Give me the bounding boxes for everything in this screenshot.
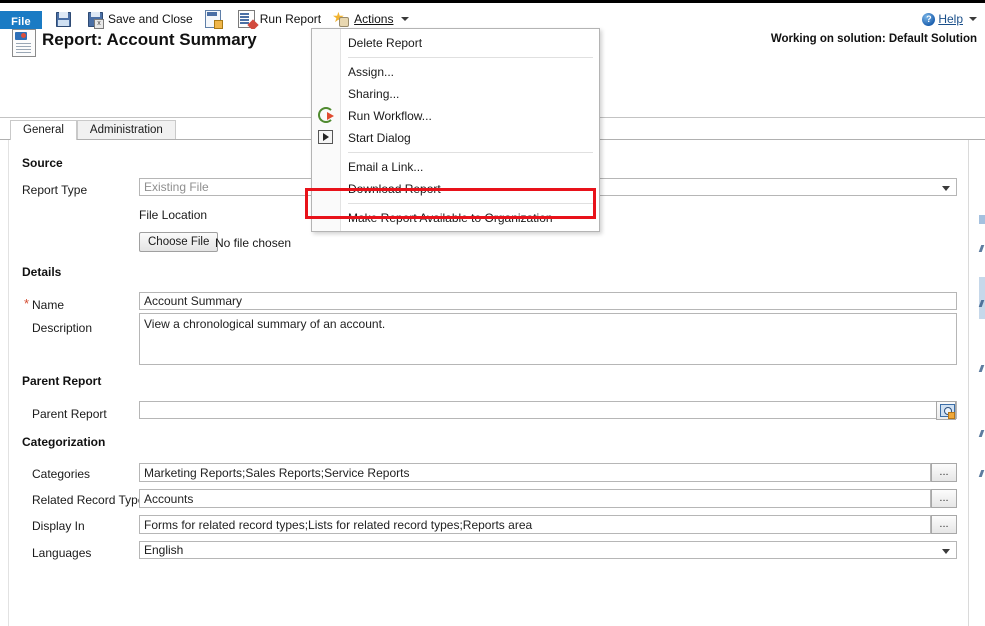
menu-separator-3 [348,203,593,204]
label-file-location: File Location [139,208,207,222]
help-label: Help [938,12,963,26]
menu-item-start-dialog[interactable]: Start Dialog [312,127,599,149]
lookup-icon [940,404,955,417]
related-record-types-input[interactable] [139,489,931,508]
menu-item-delete-report[interactable]: Delete Report [312,32,599,54]
form-right-gutter [968,140,985,626]
tab-administration-label: Administration [90,124,163,136]
new-report-icon [205,10,221,28]
section-header-categorization: Categorization [22,435,105,449]
section-header-parent-report: Parent Report [22,374,101,388]
tab-general-label: General [23,124,64,136]
label-description: Description [32,321,92,335]
parent-report-lookup-button[interactable] [936,401,956,420]
run-report-label: Run Report [260,12,321,26]
run-report-icon [238,10,255,28]
languages-value: English [144,542,183,559]
name-required-marker: * [24,296,29,311]
help-circle-icon: ? [922,13,935,26]
label-categories: Categories [32,467,90,481]
menu-item-make-report-available-label: Make Report Available to Organization [348,211,553,225]
workflow-icon [318,107,334,123]
tab-general[interactable]: General [10,120,77,140]
right-edge-artifact-1 [979,215,985,224]
label-parent-report: Parent Report [32,407,107,421]
menu-item-delete-report-label: Delete Report [348,36,422,50]
report-record-icon [12,29,36,57]
menu-item-start-dialog-label: Start Dialog [348,131,411,145]
choose-file-button[interactable]: Choose File [139,232,218,252]
actions-dropdown-menu[interactable]: Delete Report Assign... Sharing... Run W… [311,28,600,232]
label-languages: Languages [32,546,91,560]
section-header-source: Source [22,156,63,170]
menu-item-make-report-available-to-organization[interactable]: Make Report Available to Organization [312,207,599,229]
categories-browse-button[interactable]: ... [931,463,957,482]
tab-administration[interactable]: Administration [77,120,176,140]
form-left-divider [8,140,9,626]
languages-chevron-down-icon [942,549,950,554]
report-type-value: Existing File [144,179,209,196]
display-in-browse-button[interactable]: ... [931,515,957,534]
menu-item-assign[interactable]: Assign... [312,61,599,83]
label-report-type: Report Type [22,183,87,197]
display-in-input[interactable] [139,515,931,534]
form-tabs: General Administration [10,120,176,140]
menu-item-email-a-link[interactable]: Email a Link... [312,156,599,178]
categories-input[interactable] [139,463,931,482]
no-file-chosen-text: No file chosen [215,236,291,250]
solution-context-label: Working on solution: Default Solution [771,33,977,45]
menu-separator-1 [348,57,593,58]
section-header-details: Details [22,265,61,279]
save-and-close-label: Save and Close [108,12,193,26]
menu-item-sharing[interactable]: Sharing... [312,83,599,105]
command-ribbon: File Save and Close Run Report Actions ?… [0,3,985,30]
choose-file-label: Choose File [148,236,209,248]
start-dialog-icon [318,130,333,144]
menu-item-assign-label: Assign... [348,65,394,79]
right-edge-artifact-3 [979,277,985,319]
menu-separator-2 [348,152,593,153]
menu-item-email-a-link-label: Email a Link... [348,160,423,174]
menu-item-download-report-label: Download Report [348,182,441,196]
menu-item-download-report[interactable]: Download Report [312,178,599,200]
menu-item-run-workflow-label: Run Workflow... [348,109,432,123]
label-name: Name [32,298,64,312]
menu-item-sharing-label: Sharing... [348,87,399,101]
languages-select[interactable]: English [139,541,957,559]
chevron-down-icon [401,17,409,21]
file-tab-label: File [11,16,31,28]
actions-star-icon [333,12,349,27]
save-icon [56,12,71,27]
name-input[interactable] [139,292,957,310]
menu-item-run-workflow[interactable]: Run Workflow... [312,105,599,127]
help-chevron-down-icon [969,17,977,21]
page-title: Report: Account Summary [42,30,257,50]
related-record-types-browse-button[interactable]: ... [931,489,957,508]
label-display-in: Display In [32,519,85,533]
description-textarea[interactable] [139,313,957,365]
label-related-record-types: Related Record Types [32,493,151,507]
report-type-chevron-down-icon [942,186,950,191]
save-and-close-icon [88,12,103,27]
actions-button-label: Actions [354,12,393,26]
parent-report-input[interactable] [139,401,957,419]
